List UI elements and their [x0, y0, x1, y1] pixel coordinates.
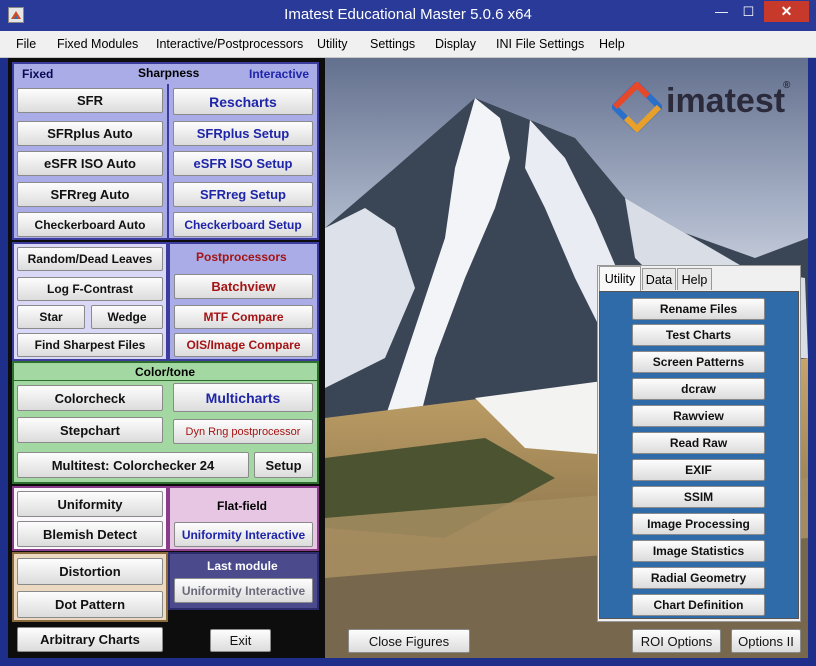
sharpness-header: Sharpness [138, 66, 200, 80]
image-statistics-button[interactable]: Image Statistics [632, 540, 765, 562]
screen-patterns-button[interactable]: Screen Patterns [632, 351, 765, 373]
sfr-button[interactable]: SFR [17, 88, 163, 113]
multitest-button[interactable]: Multitest: Colorchecker 24 [17, 452, 249, 478]
sfrplus-setup-button[interactable]: SFRplus Setup [173, 121, 313, 146]
mtf-compare-button[interactable]: MTF Compare [174, 305, 313, 329]
divider [14, 380, 317, 381]
blemish-detect-button[interactable]: Blemish Detect [17, 521, 163, 547]
logo-registered: ® [783, 80, 791, 91]
esfr-iso-setup-button[interactable]: eSFR ISO Setup [173, 151, 313, 176]
batchview-button[interactable]: Batchview [174, 274, 313, 299]
menu-fixed-modules[interactable]: Fixed Modules [57, 37, 138, 51]
exit-button[interactable]: Exit [210, 629, 271, 652]
star-button[interactable]: Star [17, 305, 85, 329]
dcraw-button[interactable]: dcraw [632, 378, 765, 400]
radial-geometry-button[interactable]: Radial Geometry [632, 567, 765, 589]
close-button[interactable]: ✕ [764, 1, 809, 22]
find-sharpest-files-button[interactable]: Find Sharpest Files [17, 333, 163, 357]
menu-utility[interactable]: Utility [317, 37, 348, 51]
options-ii-button[interactable]: Options II [731, 629, 801, 653]
image-processing-button[interactable]: Image Processing [632, 513, 765, 535]
sfrplus-auto-button[interactable]: SFRplus Auto [17, 121, 163, 146]
dyn-rng-postprocessor-button[interactable]: Dyn Rng postprocessor [173, 419, 313, 444]
wedge-button[interactable]: Wedge [91, 305, 163, 329]
colortone-header: Color/tone [135, 365, 195, 379]
window-title: Imatest Educational Master 5.0.6 x64 [284, 6, 532, 23]
menu-interactive-postprocessors[interactable]: Interactive/Postprocessors [156, 37, 303, 51]
multitest-setup-button[interactable]: Setup [254, 452, 313, 478]
distortion-button[interactable]: Distortion [17, 558, 163, 585]
roi-options-button[interactable]: ROI Options [632, 629, 721, 653]
imatest-logo: imatest ® [612, 78, 797, 134]
checkerboard-setup-button[interactable]: Checkerboard Setup [173, 212, 313, 237]
logo-mark-icon [612, 82, 662, 132]
menu-display[interactable]: Display [435, 37, 476, 51]
interactive-label: Interactive [249, 67, 310, 81]
close-figures-button[interactable]: Close Figures [348, 629, 470, 653]
last-module-button[interactable]: Uniformity Interactive [174, 578, 313, 603]
menu-ini-file-settings[interactable]: INI File Settings [496, 37, 584, 51]
test-charts-button[interactable]: Test Charts [632, 324, 765, 346]
log-f-contrast-button[interactable]: Log F-Contrast [17, 277, 163, 301]
sfrreg-auto-button[interactable]: SFRreg Auto [17, 182, 163, 207]
arbitrary-charts-button[interactable]: Arbitrary Charts [17, 627, 163, 652]
utility-panel: Utility Data Help Rename Files Test Char… [597, 265, 801, 622]
tab-help[interactable]: Help [677, 268, 712, 290]
stepchart-button[interactable]: Stepchart [17, 417, 163, 443]
checkerboard-auto-button[interactable]: Checkerboard Auto [17, 212, 163, 237]
multicharts-button[interactable]: Multicharts [173, 383, 313, 412]
read-raw-button[interactable]: Read Raw [632, 432, 765, 454]
title-bar[interactable]: Imatest Educational Master 5.0.6 x64 — ☐… [0, 0, 816, 31]
minimize-button[interactable]: — [708, 1, 735, 22]
menu-settings[interactable]: Settings [370, 37, 415, 51]
chart-definition-button[interactable]: Chart Definition [632, 594, 765, 616]
exif-button[interactable]: EXIF [632, 459, 765, 481]
random-dead-leaves-button[interactable]: Random/Dead Leaves [17, 247, 163, 271]
uniformity-interactive-button[interactable]: Uniformity Interactive [174, 522, 313, 547]
flatfield-header: Flat-field [217, 499, 267, 513]
sfrreg-setup-button[interactable]: SFRreg Setup [173, 182, 313, 207]
dot-pattern-button[interactable]: Dot Pattern [17, 591, 163, 618]
fixed-label: Fixed [22, 67, 54, 81]
menu-bar: File Fixed Modules Interactive/Postproce… [0, 31, 816, 58]
tab-utility[interactable]: Utility [599, 266, 641, 291]
ssim-button[interactable]: SSIM [632, 486, 765, 508]
rescharts-button[interactable]: Rescharts [173, 88, 313, 115]
menu-file[interactable]: File [16, 37, 36, 51]
ois-image-compare-button[interactable]: OIS/Image Compare [174, 333, 313, 357]
rename-files-button[interactable]: Rename Files [632, 298, 765, 320]
postprocessors-header: Postprocessors [196, 250, 287, 264]
esfr-iso-auto-button[interactable]: eSFR ISO Auto [17, 151, 163, 176]
divider [167, 84, 169, 238]
last-module-header: Last module [207, 559, 278, 573]
logo-text: imatest [666, 82, 786, 120]
maximize-button[interactable]: ☐ [735, 1, 762, 22]
menu-help[interactable]: Help [599, 37, 625, 51]
utility-button-area: Rename Files Test Charts Screen Patterns… [599, 291, 799, 619]
colorcheck-button[interactable]: Colorcheck [17, 385, 163, 411]
uniformity-button[interactable]: Uniformity [17, 491, 163, 517]
tab-data[interactable]: Data [642, 268, 676, 290]
rawview-button[interactable]: Rawview [632, 405, 765, 427]
